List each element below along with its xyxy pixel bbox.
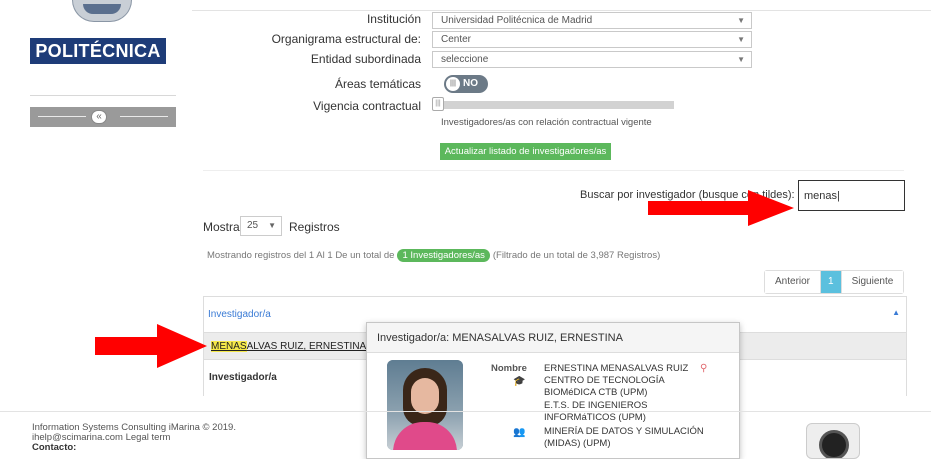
map-pin-icon: ⚲ [700,363,708,374]
graduation-cap-icon: 🎓 [513,376,526,387]
researcher-photo [387,360,463,450]
annotation-arrow-search [648,190,794,226]
center-line-1: CENTRO DE TECNOLOGÍA [544,375,665,386]
page-size-value: 25 [247,220,259,231]
areas-label: Áreas temáticas [334,77,421,91]
pagination-next[interactable]: Siguiente [840,271,904,293]
collapse-icon[interactable]: « [91,110,107,124]
results-info-suffix: (Filtrado de un total de 3,987 Registros… [492,250,661,261]
group-line-1: MINERÍA DE DATOS Y SIMULACIÓN [544,426,704,437]
researcher-link[interactable]: MENASALVAS RUIZ, ERNESTINA [211,341,366,352]
update-list-button[interactable]: Actualizar listado de investigadores/as [440,143,611,160]
search-input[interactable] [798,180,905,211]
vigencia-hint: Investigadores/as con relación contractu… [441,117,652,128]
toggle-knob-icon: ||| [446,77,460,91]
organigrama-select[interactable]: Center ▼ [432,31,752,48]
page-size-select[interactable]: 25 ▼ [240,216,282,236]
institucion-select-value: Universidad Politécnica de Madrid [441,15,593,26]
collapse-bar-line-right [120,116,168,117]
university-seal-logo [72,0,132,22]
institucion-select[interactable]: Universidad Politécnica de Madrid ▼ [432,12,752,29]
sidebar-divider [30,95,176,96]
entidad-label: Entidad subordinada [310,52,421,66]
entidad-select-value: seleccione [441,54,489,65]
sort-up-icon[interactable]: ▲ [892,308,900,317]
search-match-highlight: MENAS [211,341,247,352]
pagination-page-1[interactable]: 1 [820,271,841,293]
pagination-prev[interactable]: Anterior [765,271,821,293]
scimarina-logo [806,423,860,459]
dropdown-caret-icon: ▼ [737,55,745,64]
nombre-label: Nombre [491,363,527,374]
politecnica-logo: POLITÉCNICA [30,38,166,64]
center-line-4: INFORMáTICOS (UPM) [544,412,646,423]
researcher-popover: Investigador/a: MENASALVAS RUIZ, ERNESTI… [366,322,740,459]
show-label: Mostrar [203,220,244,234]
researcher-name-rest: ALVAS RUIZ, ERNESTINA [246,341,367,352]
areas-toggle-text: NO [463,78,478,89]
results-count-badge: 1 Investigadores/as [397,249,490,262]
records-label: Registros [289,220,340,234]
entidad-select[interactable]: seleccione ▼ [432,51,752,68]
footer-divider [0,411,931,412]
institucion-label: Institución [366,12,421,26]
popover-header: Investigador/a: MENASALVAS RUIZ, ERNESTI… [367,323,739,353]
dropdown-caret-icon: ▼ [268,221,276,230]
vigencia-label: Vigencia contractual [313,99,421,113]
pagination: Anterior 1 Siguiente [764,270,905,294]
results-info: Mostrando registros del 1 Al 1 De un tot… [207,249,660,262]
group-icon: 👥 [513,427,526,438]
annotation-arrow-result [95,324,207,368]
group-line-2: (MIDAS) (UPM) [544,438,611,449]
center-line-2: BIOMéDICA CTB (UPM) [544,387,648,398]
column-footer-investigador: Investigador/a [209,372,277,383]
organigrama-select-value: Center [441,34,472,45]
results-info-prefix: Mostrando registros del 1 Al 1 De un tot… [207,250,395,261]
vigencia-slider-track[interactable] [432,101,674,109]
section-divider [203,170,904,171]
column-header-investigador[interactable]: Investigador/a [208,309,271,320]
researcher-full-name: ERNESTINA MENASALVAS RUIZ [544,363,689,374]
collapse-bar-line-left [38,116,86,117]
footer-contact: Contacto: [32,442,77,453]
top-divider [192,10,931,11]
dropdown-caret-icon: ▼ [737,35,745,44]
vigencia-slider-handle[interactable]: ||| [432,97,444,111]
areas-toggle[interactable]: ||| NO [444,75,488,93]
dropdown-caret-icon: ▼ [737,16,745,25]
popover-title: Investigador/a: MENASALVAS RUIZ, ERNESTI… [377,332,623,344]
center-line-3: E.T.S. DE INGENIEROS [544,400,648,411]
organigrama-label: Organigrama estructural de: [271,32,421,46]
